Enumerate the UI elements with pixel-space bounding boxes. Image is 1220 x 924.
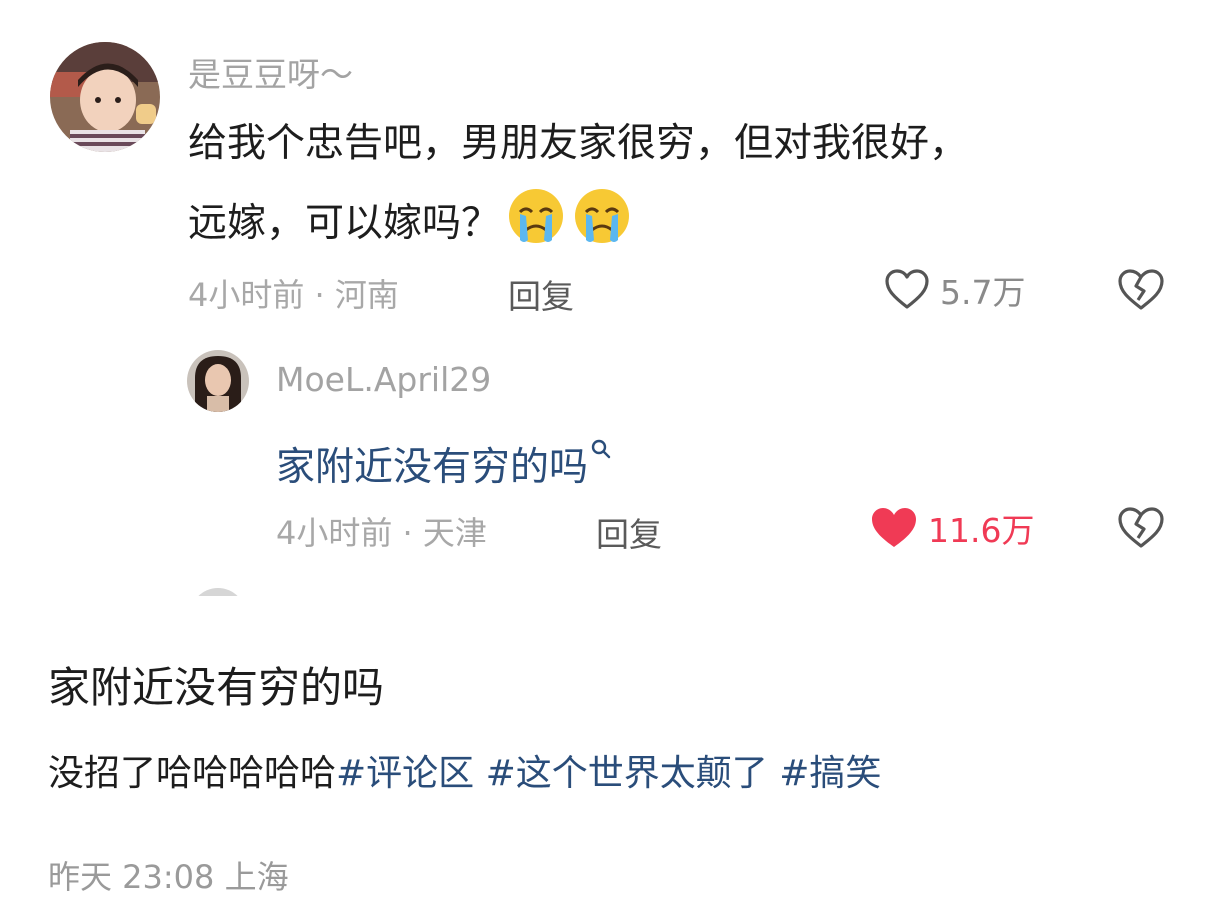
post-location: 上海 xyxy=(224,858,289,896)
hashtag-link[interactable]: #搞笑 xyxy=(779,753,881,794)
post-title: 家附近没有穷的吗 xyxy=(48,663,385,712)
comment-like-button[interactable]: 5.7万 xyxy=(884,266,1025,314)
heart-filled-icon xyxy=(870,505,918,551)
comment-like-count: 5.7万 xyxy=(940,273,1026,312)
hashtag-link[interactable]: #评论区 xyxy=(336,753,474,794)
post-body: 没招了哈哈哈哈哈#评论区 #这个世界太颠了 #搞笑 xyxy=(48,744,881,796)
post-meta: 昨天 23:08 上海 xyxy=(48,852,289,898)
screenshot-cutoff-mask xyxy=(0,596,1220,626)
reply-like-count: 11.6万 xyxy=(928,511,1035,550)
reply-like-button[interactable]: 11.6万 xyxy=(870,504,1034,552)
post-date: 昨天 23:08 xyxy=(48,858,215,896)
comment-text-line1: 给我个忠告吧，男朋友家很穷，但对我很好， xyxy=(188,121,969,166)
reply-reply-button[interactable]: 回复 xyxy=(596,508,662,556)
comment-text-line2: 远嫁，可以嫁吗？ xyxy=(188,184,632,264)
reply-time: 4小时前 xyxy=(276,514,393,552)
hashtag-link[interactable]: #这个世界太颠了 xyxy=(486,753,768,794)
post-body-text: 没招了哈哈哈哈哈 xyxy=(48,753,337,794)
reply-text-content: 家附近没有穷的吗 xyxy=(276,445,589,490)
comment-meta: 4小时前 · 河南 xyxy=(188,270,399,316)
avatar[interactable] xyxy=(50,42,160,152)
comment-location: 河南 xyxy=(334,276,399,314)
meta-separator: · xyxy=(314,276,325,314)
comment-reply-button[interactable]: 回复 xyxy=(508,270,574,318)
broken-heart-icon[interactable] xyxy=(1116,266,1166,314)
reply-text: 家附近没有穷的吗 xyxy=(276,414,612,508)
comment-text-line2-text: 远嫁，可以嫁吗？ xyxy=(188,201,501,246)
crying-face-emoji xyxy=(506,186,566,246)
reply-username[interactable]: MoeL.April29 xyxy=(276,360,491,399)
meta-separator: · xyxy=(402,514,413,552)
reply-meta: 4小时前 · 天津 xyxy=(276,508,487,554)
comment-username[interactable]: 是豆豆呀～ xyxy=(188,48,353,96)
avatar[interactable] xyxy=(187,350,249,412)
crying-face-emoji xyxy=(572,186,632,246)
search-icon[interactable] xyxy=(590,414,612,459)
reply-location: 天津 xyxy=(422,514,487,552)
heart-outline-icon xyxy=(884,267,930,313)
broken-heart-icon[interactable] xyxy=(1116,504,1166,552)
comment-time: 4小时前 xyxy=(188,276,305,314)
